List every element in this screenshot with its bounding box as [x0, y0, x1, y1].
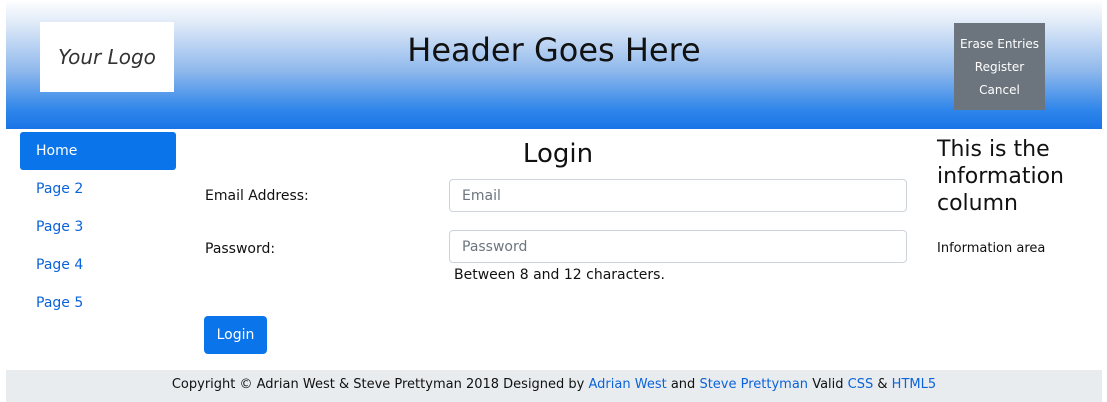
password-label: Password:: [205, 241, 276, 257]
header-actions-panel: Erase Entries Register Cancel: [954, 23, 1045, 110]
html5-validator-link[interactable]: HTML5: [892, 377, 936, 392]
info-column-title: This is the information column: [937, 137, 1064, 216]
author-link-adrian-west[interactable]: Adrian West: [589, 377, 667, 392]
login-title: Login: [522, 139, 594, 169]
footer-valid: Valid: [812, 377, 844, 392]
css-validator-link[interactable]: CSS: [848, 377, 874, 392]
login-button[interactable]: Login: [204, 316, 267, 354]
password-hint: Between 8 and 12 characters.: [454, 267, 665, 283]
cancel-link[interactable]: Cancel: [979, 79, 1020, 101]
sidebar-item-page-3[interactable]: Page 3: [20, 208, 176, 246]
header-title: Header Goes Here: [407, 31, 701, 69]
author-link-steve-prettyman[interactable]: Steve Prettyman: [699, 377, 808, 392]
password-input[interactable]: [449, 230, 907, 263]
page-footer: Copyright © Adrian West & Steve Prettyma…: [6, 370, 1102, 402]
sidebar-nav: Home Page 2 Page 3 Page 4 Page 5: [20, 132, 176, 322]
sidebar-item-page-5[interactable]: Page 5: [20, 284, 176, 322]
page-header: Your Logo Header Goes Here Erase Entries…: [6, 0, 1102, 129]
sidebar-item-page-2[interactable]: Page 2: [20, 170, 176, 208]
erase-entries-link[interactable]: Erase Entries: [960, 33, 1039, 55]
sidebar-item-page-4[interactable]: Page 4: [20, 246, 176, 284]
email-input[interactable]: [449, 179, 907, 212]
footer-copyright: Copyright © Adrian West & Steve Prettyma…: [171, 377, 585, 392]
email-label: Email Address:: [205, 188, 309, 204]
footer-and: and: [670, 377, 696, 392]
sidebar-item-home[interactable]: Home: [20, 132, 176, 170]
info-area-text: Information area: [937, 241, 1046, 256]
register-link[interactable]: Register: [975, 56, 1024, 78]
footer-ampersand: &: [877, 377, 888, 392]
